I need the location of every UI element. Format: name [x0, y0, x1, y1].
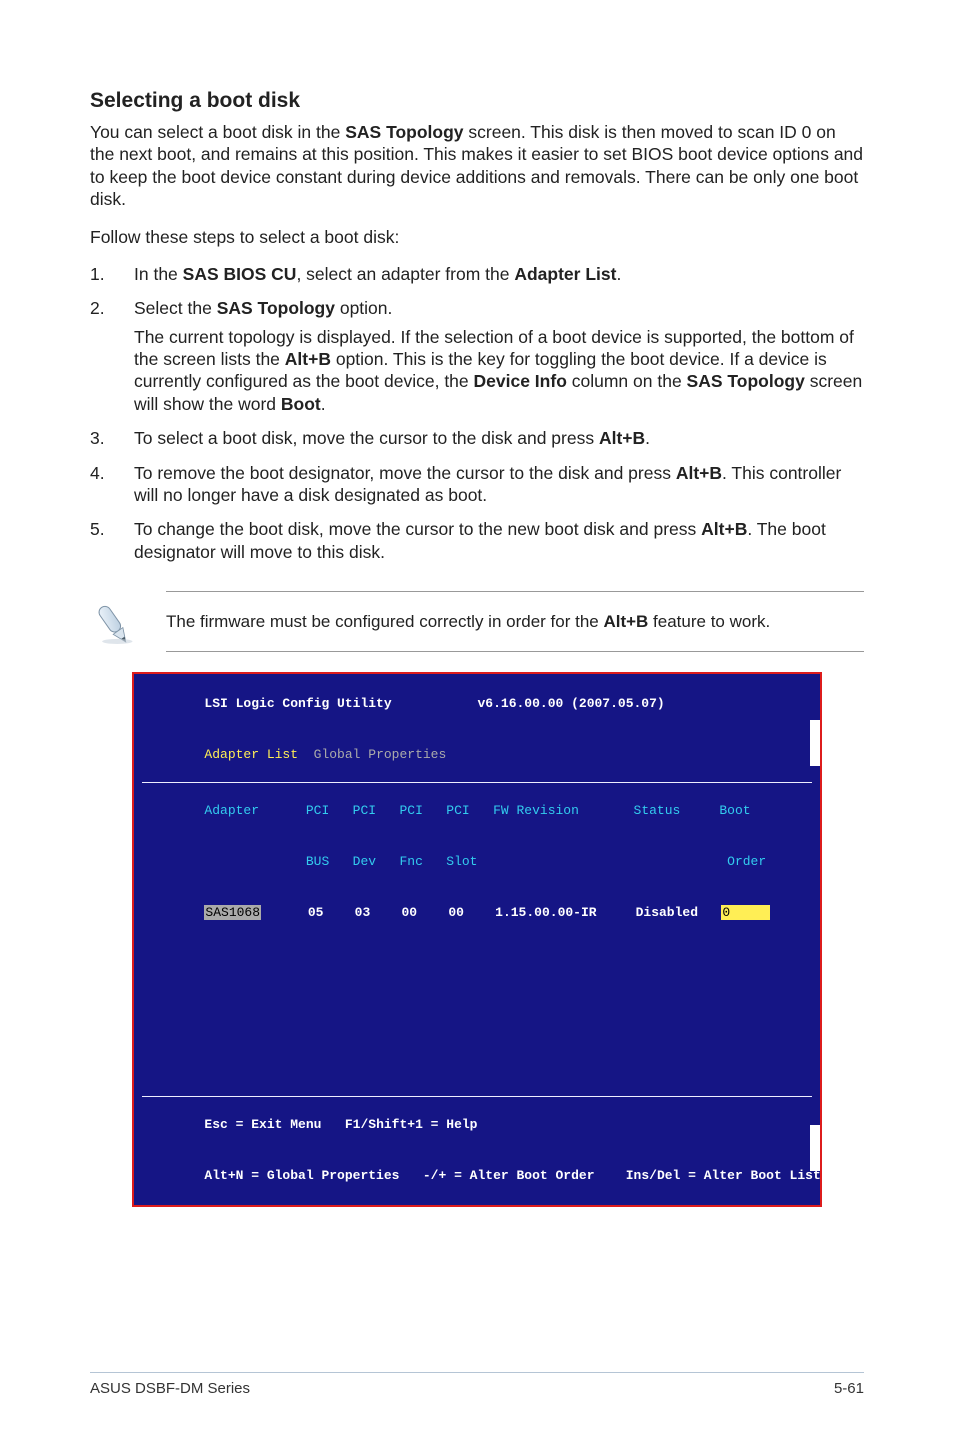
steps-list: 1. In the SAS BIOS CU, select an adapter… [90, 263, 864, 569]
step-number: 4. [90, 462, 112, 513]
bios-boot-order-value: 0 [721, 905, 770, 920]
bios-col-adapter: Adapter [204, 803, 259, 818]
bios-col-boot: Boot [719, 803, 750, 818]
bios-help-altn: Alt+N = Global Properties [204, 1168, 399, 1183]
follow-paragraph: Follow these steps to select a boot disk… [90, 226, 864, 248]
pencil-icon [90, 593, 148, 651]
note: The firmware must be configured correctl… [90, 591, 864, 652]
bios-tab-global-properties: Global Properties [314, 747, 447, 762]
step-4: 4. To remove the boot designator, move t… [90, 462, 864, 513]
bios-screenshot: LSI Logic Config Utility v6.16.00.00 (20… [132, 672, 822, 1207]
step-number: 3. [90, 427, 112, 455]
step-2: 2. Select the SAS Topology option. The c… [90, 297, 864, 421]
bios-scroll-indicator-bottom [810, 1125, 820, 1171]
step-5: 5. To change the boot disk, move the cur… [90, 518, 864, 569]
bios-data-row: SAS1068 05 03 00 00 1.15.00.00-IR Disabl… [142, 887, 812, 938]
bios-title-right: v6.16.00.00 (2007.05.07) [477, 696, 664, 711]
bios-help-esc: Esc = Exit Menu [204, 1117, 321, 1132]
step-1: 1. In the SAS BIOS CU, select an adapter… [90, 263, 864, 291]
step-3: 3. To select a boot disk, move the curso… [90, 427, 864, 455]
bios-adapter-selected: SAS1068 [204, 905, 261, 920]
footer-right: 5-61 [834, 1379, 864, 1398]
bios-col-fw: FW Revision [493, 803, 579, 818]
step-number: 1. [90, 263, 112, 291]
bios-help-insdel: Ins/Del = Alter Boot List [626, 1168, 821, 1183]
lead-paragraph: You can select a boot disk in the SAS To… [90, 121, 864, 211]
bios-title-left: LSI Logic Config Utility [204, 696, 391, 711]
bios-help-f1: F1/Shift+1 = Help [345, 1117, 478, 1132]
footer-left: ASUS DSBF-DM Series [90, 1379, 250, 1398]
note-text: The firmware must be configured correctl… [166, 612, 770, 631]
bios-scroll-indicator-top [810, 720, 820, 766]
bios-tab-adapter-list: Adapter List [204, 747, 298, 762]
step-number: 2. [90, 297, 112, 421]
page-footer: ASUS DSBF-DM Series 5-61 [90, 1372, 864, 1398]
step-number: 5. [90, 518, 112, 569]
bios-col-status: Status [634, 803, 681, 818]
section-title: Selecting a boot disk [90, 88, 864, 115]
bios-help-plusminus: -/+ = Alter Boot Order [423, 1168, 595, 1183]
